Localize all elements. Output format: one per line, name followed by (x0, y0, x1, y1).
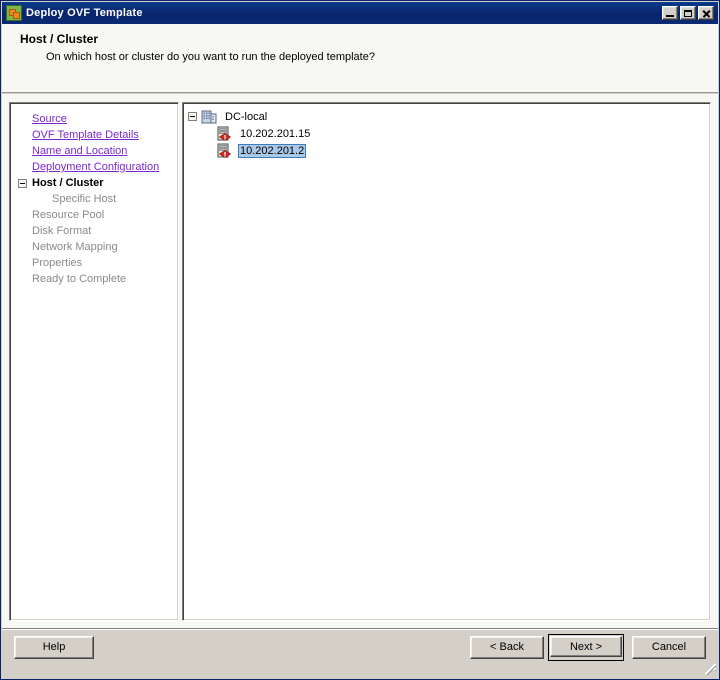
next-button-default-frame: Next > (548, 634, 624, 661)
tree-node-label: 10.202.201.15 (238, 128, 312, 140)
window-titlebar[interactable]: Deploy OVF Template (2, 2, 718, 24)
window-title: Deploy OVF Template (26, 7, 143, 19)
close-icon[interactable] (698, 6, 714, 20)
sidebar-item-specific-host[interactable]: Specific Host (10, 191, 178, 207)
next-button[interactable]: Next > (550, 636, 622, 657)
page-subtitle: On which host or cluster do you want to … (46, 51, 375, 63)
sidebar-item-label[interactable]: Source (32, 111, 67, 127)
sidebar-item-network-mapping[interactable]: Network Mapping (10, 239, 178, 255)
collapse-minus-icon[interactable] (188, 112, 197, 121)
resize-grip-icon[interactable] (702, 663, 716, 677)
dialog-footer: Help < Back Next > Cancel (2, 628, 718, 679)
sidebar-item-label: Disk Format (32, 223, 91, 239)
tree-node-label: 10.202.201.2 (238, 144, 306, 158)
sidebar-item-label[interactable]: OVF Template Details (32, 127, 139, 143)
tree-node-label: DC-local (223, 111, 269, 123)
sidebar-item-deployment-configuration[interactable]: Deployment Configuration (10, 159, 178, 175)
wizard-step-nav: Source OVF Template Details Name and Loc… (9, 102, 179, 621)
maximize-button[interactable] (680, 6, 696, 20)
sidebar-item-label: Network Mapping (32, 239, 118, 255)
collapse-minus-icon[interactable] (18, 179, 27, 188)
sidebar-item-label[interactable]: Name and Location (32, 143, 127, 159)
sidebar-item-ovf-template-details[interactable]: OVF Template Details (10, 127, 178, 143)
datacenter-icon (201, 109, 217, 124)
cancel-button[interactable]: Cancel (632, 636, 706, 659)
sidebar-item-properties[interactable]: Properties (10, 255, 178, 271)
sidebar-item-ready-to-complete[interactable]: Ready to Complete (10, 271, 178, 287)
back-button[interactable]: < Back (470, 636, 544, 659)
page-header: Host / Cluster On which host or cluster … (2, 24, 718, 93)
sidebar-item-disk-format[interactable]: Disk Format (10, 223, 178, 239)
help-button[interactable]: Help (14, 636, 94, 659)
minimize-button[interactable] (662, 6, 678, 20)
sidebar-item-label: Resource Pool (32, 207, 104, 223)
wizard-step-list: Source OVF Template Details Name and Loc… (10, 111, 178, 287)
wizard-body: Source OVF Template Details Name and Loc… (2, 94, 718, 628)
sidebar-item-label: Properties (32, 255, 82, 271)
sidebar-item-label: Host / Cluster (32, 175, 104, 191)
tree-row-host[interactable]: 10.202.201.15 (183, 125, 710, 142)
inventory-tree-panel[interactable]: DC-local 10.202.201.15 (182, 102, 711, 621)
sidebar-item-source[interactable]: Source (10, 111, 178, 127)
sidebar-item-label: Ready to Complete (32, 271, 126, 287)
tree-row-host-selected[interactable]: 10.202.201.2 (183, 142, 710, 159)
deploy-ovf-template-window: Deploy OVF Template Host / Cluster On wh… (0, 0, 720, 680)
tree-row-datacenter[interactable]: DC-local (183, 108, 710, 125)
sidebar-item-label[interactable]: Deployment Configuration (32, 159, 159, 175)
sidebar-item-host-cluster[interactable]: Host / Cluster (10, 175, 178, 191)
host-alert-icon (216, 126, 232, 142)
page-title: Host / Cluster (20, 32, 98, 46)
sidebar-item-resource-pool[interactable]: Resource Pool (10, 207, 178, 223)
host-alert-icon (216, 143, 232, 159)
sidebar-item-label: Specific Host (52, 191, 116, 207)
sidebar-item-name-and-location[interactable]: Name and Location (10, 143, 178, 159)
window-controls (662, 6, 716, 20)
ovf-template-icon (6, 5, 22, 21)
